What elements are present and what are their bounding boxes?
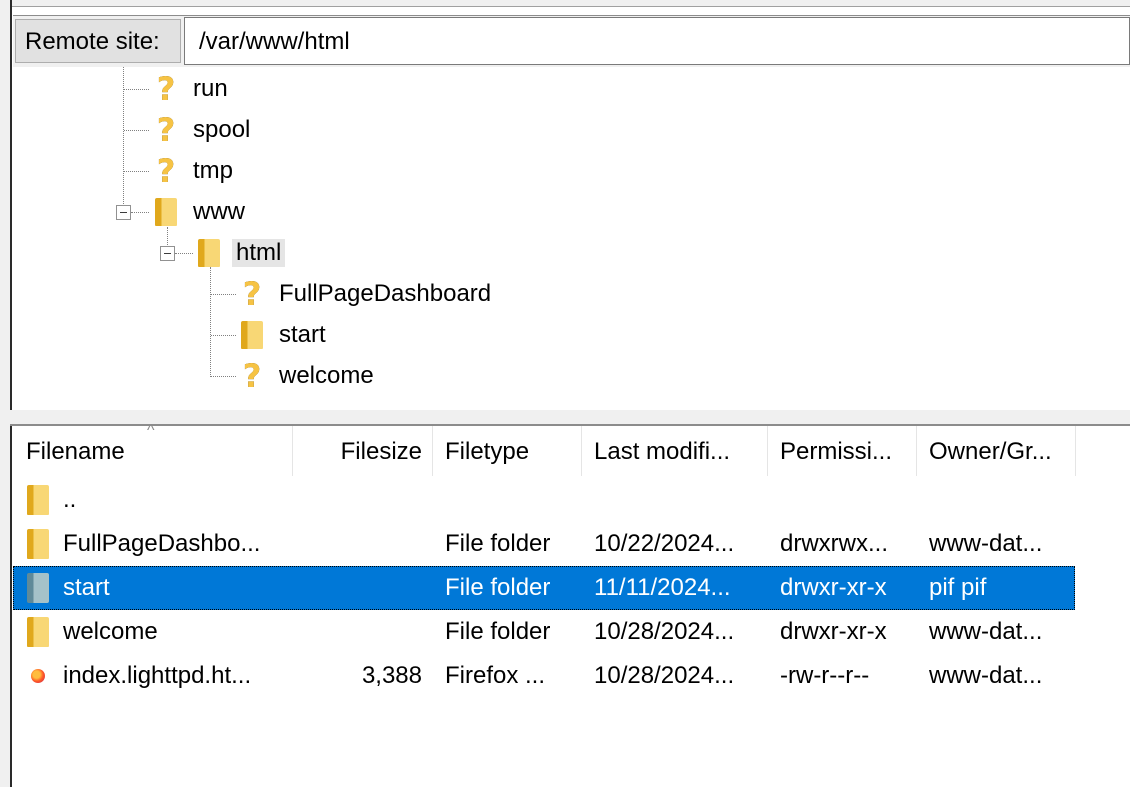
pane-left-border [0, 0, 12, 787]
question-mark-icon: ?? [242, 275, 262, 313]
folder-icon [239, 318, 265, 352]
remote-pane: Remote site: /var/www/html ?? run ?? spo… [0, 0, 1130, 787]
column-header-filename[interactable]: Filename [26, 426, 292, 476]
file-name: .. [63, 486, 77, 513]
folder-icon [27, 573, 49, 603]
tree-item-www[interactable]: www [153, 194, 245, 230]
tree-item-run[interactable]: ?? run [153, 71, 228, 107]
column-header-filetype[interactable]: Filetype [445, 426, 581, 476]
file-owner: www-dat... [929, 662, 1043, 689]
file-row-fullpagedashboard[interactable]: FullPageDashbo... File folder 10/22/2024… [13, 522, 1075, 566]
folder-icon [153, 195, 179, 229]
file-name: index.lighttpd.ht... [63, 662, 252, 689]
file-row-index-lighttpd[interactable]: index.lighttpd.ht... 3,388 Firefox ... 1… [13, 654, 1075, 698]
file-list-header: ^ Filename Filesize Filetype Last modifi… [13, 422, 1130, 476]
question-mark-icon: ?? [156, 111, 176, 149]
file-permissions: -rw-r--r-- [780, 662, 870, 689]
pane-splitter[interactable] [10, 410, 1130, 426]
tree-connector [124, 89, 149, 90]
tree-item-label: www [193, 198, 245, 225]
file-type: File folder [445, 530, 551, 557]
tree-item-label: tmp [193, 157, 234, 184]
file-owner: www-dat... [929, 618, 1043, 645]
collapse-www-icon[interactable] [116, 205, 131, 220]
tree-connector [211, 294, 236, 295]
file-name: FullPageDashbo... [63, 530, 261, 557]
file-modified: 10/28/2024... [594, 662, 735, 689]
folder-icon [27, 485, 49, 515]
tree-item-html[interactable]: html [196, 235, 286, 271]
folder-icon [27, 529, 49, 559]
question-mark-icon: ?? [242, 357, 262, 395]
file-size: 3,388 [361, 662, 422, 689]
question-mark-icon: ?? [156, 152, 176, 190]
tree-connector [210, 267, 211, 377]
folder-icon [196, 236, 222, 270]
tree-item-start[interactable]: start [239, 317, 326, 353]
file-modified: 10/28/2024... [594, 618, 735, 645]
column-divider[interactable] [581, 426, 582, 476]
column-divider[interactable] [1075, 426, 1076, 476]
tree-connector [175, 253, 193, 254]
column-header-last-modified[interactable]: Last modifi... [594, 426, 766, 476]
file-modified: 11/11/2024... [594, 574, 731, 601]
tree-item-spool[interactable]: ?? spool [153, 111, 251, 149]
remote-directory-tree: ?? run ?? spool ?? tmp www html ?? FullP… [13, 67, 1130, 410]
file-permissions: drwxrwx... [780, 530, 888, 557]
file-owner: www-dat... [929, 530, 1043, 557]
remote-site-path-input[interactable]: /var/www/html [184, 17, 1130, 65]
tree-item-tmp[interactable]: ?? tmp [153, 153, 233, 189]
column-header-permissions[interactable]: Permissi... [780, 426, 916, 476]
file-row-start[interactable]: start File folder 11/11/2024... drwxr-xr… [13, 566, 1075, 610]
column-divider[interactable] [767, 426, 768, 476]
column-divider[interactable] [432, 426, 433, 476]
tree-item-label: spool [193, 116, 251, 143]
tree-item-label: start [279, 321, 326, 348]
tree-connector [211, 376, 236, 377]
tree-item-label: html [232, 239, 286, 267]
column-header-filesize[interactable]: Filesize [293, 426, 430, 476]
folder-icon [27, 617, 49, 647]
file-owner: pif pif [929, 574, 987, 601]
file-modified: 10/22/2024... [594, 530, 735, 557]
tree-connector [131, 212, 149, 213]
file-row-welcome[interactable]: welcome File folder 10/28/2024... drwxr-… [13, 610, 1075, 654]
file-type: File folder [445, 618, 551, 645]
tree-item-welcome[interactable]: ?? welcome [239, 358, 374, 394]
file-row-parent[interactable]: .. [13, 478, 1075, 522]
question-mark-icon: ?? [156, 70, 176, 108]
file-name: start [63, 574, 110, 601]
tree-item-label: FullPageDashboard [279, 280, 492, 307]
remote-file-list: ^ Filename Filesize Filetype Last modifi… [13, 422, 1130, 787]
column-divider[interactable] [916, 426, 917, 476]
tree-connector [124, 171, 149, 172]
file-type: Firefox ... [445, 662, 546, 689]
remote-site-label: Remote site: [15, 19, 181, 63]
collapse-html-icon[interactable] [160, 246, 175, 261]
file-permissions: drwxr-xr-x [780, 574, 887, 601]
file-permissions: drwxr-xr-x [780, 618, 887, 645]
tree-item-label: run [193, 75, 228, 102]
tree-item-fullpagedashboard[interactable]: ?? FullPageDashboard [239, 276, 491, 312]
column-header-owner-group[interactable]: Owner/Gr... [929, 426, 1074, 476]
pane-top-border [0, 0, 1130, 7]
remote-site-bar: Remote site: /var/www/html [13, 15, 1130, 68]
tree-connector [124, 130, 149, 131]
file-name: welcome [63, 618, 158, 645]
tree-item-label: welcome [279, 362, 374, 389]
file-type: File folder [445, 574, 551, 601]
tree-connector [211, 335, 236, 336]
